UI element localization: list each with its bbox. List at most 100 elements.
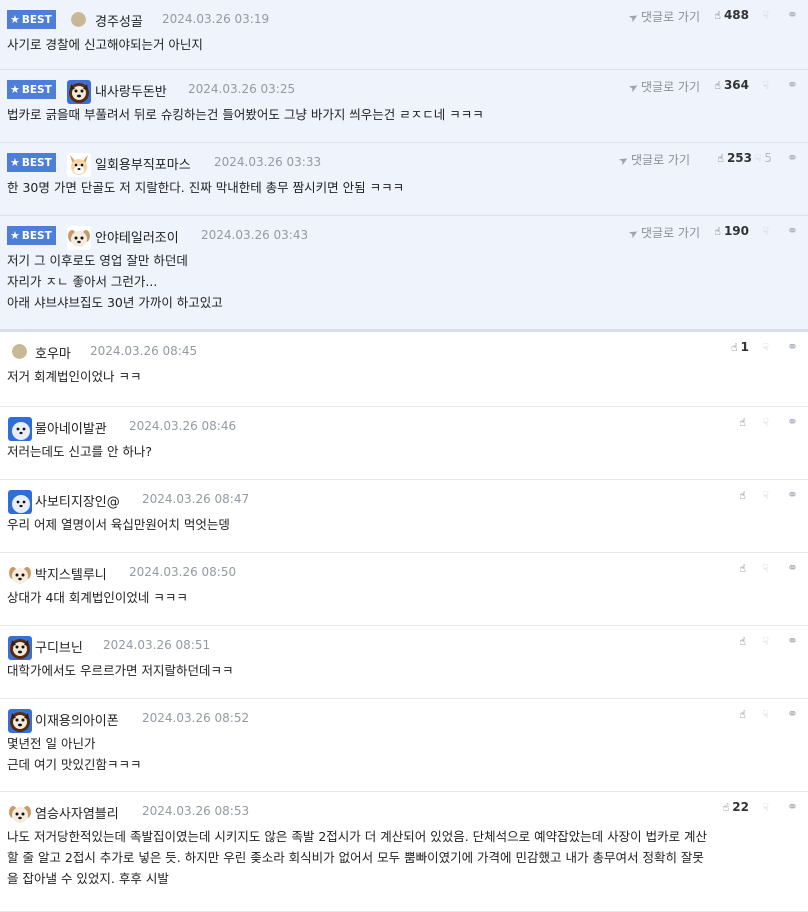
like-button[interactable]: ☝ 364 [714,78,749,92]
dislike-button[interactable]: ☟ [762,634,772,648]
comment-date: 2024.03.26 08:47 [142,492,250,506]
nickname[interactable]: 일회용부직포마스 [95,154,191,173]
send-arrow-icon: ➤ [616,152,631,169]
like-button[interactable]: ☝ 190 [714,224,749,238]
like-button[interactable]: ☝ [739,707,749,721]
thumbs-down-icon: ☟ [762,341,769,354]
comment-text-line: 저러는데도 신고를 안 하나? [7,444,153,459]
nickname[interactable]: 물아네이발관 [35,418,107,437]
comment-date: 2024.03.26 08:46 [129,419,237,433]
avatar[interactable] [8,636,32,660]
like-button[interactable]: ☝ [739,415,749,429]
comment-date: 2024.03.26 03:19 [162,12,270,26]
dislike-button[interactable]: ☟ [762,488,772,502]
best-badge: ★ BEST [7,226,56,245]
thumbs-up-icon: ☝ [739,416,746,429]
nickname[interactable]: 호우마 [35,343,71,362]
nickname[interactable]: 내사랑두돈반 [95,81,167,100]
nickname[interactable]: 사보티지장인@ [35,491,120,510]
go-to-reply-button[interactable]: ➤댓글로 가기 [626,224,700,242]
like-button[interactable]: ☝ 253 [717,151,752,165]
comment-header: 구디브닌 2024.03.26 08:51 ⚭ ☟ ☝ [0,626,808,660]
like-button[interactable]: ☝ 488 [714,8,749,22]
nickname[interactable]: 염승사자염블리 [35,803,119,822]
link-icon[interactable]: ⚭ [787,151,798,166]
thumbs-down-icon: ☟ [754,152,762,165]
thumbs-down-icon: ☟ [762,79,769,92]
comment-date: 2024.03.26 03:33 [214,155,322,169]
avatar[interactable] [67,226,91,250]
like-button[interactable]: ☝ [739,634,749,648]
star-icon: ★ [10,83,20,96]
dislike-button[interactable]: ☟ [762,707,772,721]
nickname[interactable]: 이재용의아이폰 [35,710,119,729]
go-to-reply-button[interactable]: ➤댓글로 가기 [616,151,690,169]
nickname[interactable]: 경주성골 [95,11,143,30]
nickname[interactable]: 구디브닌 [35,637,83,656]
comment-text-line: 나도 저거당한적있는데 족발집이였는데 시키지도 않은 족발 2접시가 더 계산… [7,829,708,844]
link-icon[interactable]: ⚭ [787,634,798,649]
comment: 구디브닌 2024.03.26 08:51 ⚭ ☟ ☝ 대학가에서도 우르르가면 저지랄하… [0,626,808,699]
comment-text-line: 할 줄 알고 2접시 추가로 넣은 듯. 하지만 우린 좆소라 회식비가 없어서… [7,850,704,865]
thumbs-down-icon: ☟ [762,225,769,238]
link-icon[interactable]: ⚭ [787,488,798,503]
thumbs-up-icon: ☝ [714,9,721,22]
avatar[interactable] [8,417,32,441]
like-button[interactable]: ☝ [739,561,749,575]
link-icon[interactable]: ⚭ [787,800,798,815]
like-button[interactable]: ☝ [739,488,749,502]
link-icon[interactable]: ⚭ [787,8,798,23]
comment-header: 사보티지장인@ 2024.03.26 08:47 ⚭ ☟ ☝ [0,480,808,514]
thumbs-up-icon: ☝ [739,635,746,648]
dislike-button[interactable]: ☟ 5 [755,151,772,165]
avatar[interactable] [8,709,32,733]
comment: 염승사자염블리 2024.03.26 08:53 ⚭ ☟ ☝ 22 나도 저거당한적있는데 … [0,792,808,912]
link-icon[interactable]: ⚭ [787,78,798,93]
comment-text-line: 아래 샤브샤브집도 30년 가까이 하고있고 [7,295,223,310]
link-icon[interactable]: ⚭ [787,415,798,430]
link-icon[interactable]: ⚭ [787,561,798,576]
nickname[interactable]: 박지스텔루니 [35,564,107,583]
comment-body: 몇년전 일 아닌가 근데 여기 맛있긴함ㅋㅋㅋ [0,733,808,789]
dislike-button[interactable]: ☟ [762,340,772,354]
comment-body: 한 30명 가면 단골도 저 지랄한다. 진짜 막내한테 총무 짬시키면 안됨 … [0,177,808,212]
comment-text-line: 사기로 경찰에 신고해야되는거 아닌지 [7,37,203,52]
avatar[interactable] [8,802,32,826]
avatar[interactable] [12,344,27,359]
dislike-button[interactable]: ☟ [762,800,772,814]
avatar[interactable] [67,80,91,104]
go-to-reply-button[interactable]: ➤댓글로 가기 [626,78,700,96]
send-arrow-icon: ➤ [626,225,641,242]
best-badge: ★ BEST [7,80,56,99]
go-to-reply-button[interactable]: ➤댓글로 가기 [626,8,700,26]
nickname[interactable]: 안야테일러조이 [95,227,179,246]
link-icon[interactable]: ⚭ [787,224,798,239]
thumbs-down-icon: ☟ [762,9,769,22]
thumbs-up-icon: ☝ [714,79,721,92]
comment-header: ★ BEST 안야테일러조이 2024.03.26 03:43 ⚭ ☟ ☝ 190 ➤댓글로 가… [0,216,808,250]
comment-text-line: 상대가 4대 회계법인이었네 ㅋㅋㅋ [7,590,188,605]
best-badge: ★ BEST [7,10,56,29]
star-icon: ★ [10,13,20,26]
dislike-button[interactable]: ☟ [762,224,772,238]
link-icon[interactable]: ⚭ [787,707,798,722]
avatar[interactable] [8,490,32,514]
comment-date: 2024.03.26 03:25 [188,82,296,96]
avatar[interactable] [8,563,32,587]
dislike-button[interactable]: ☟ [762,415,772,429]
comment: 사보티지장인@ 2024.03.26 08:47 ⚭ ☟ ☝ 우리 어제 열명이서 육십만… [0,480,808,553]
like-button[interactable]: ☝ 1 [731,340,749,354]
comment-header: ★ BEST 내사랑두돈반 2024.03.26 03:25 ⚭ ☟ ☝ 364 ➤댓글로 가기 [0,70,808,104]
thumbs-up-icon: ☝ [717,152,724,165]
avatar[interactable] [71,12,86,27]
like-button[interactable]: ☝ 22 [723,800,749,814]
comment-text-line: 법카로 긁을때 부풀려서 뒤로 슈킹하는건 들어봤어도 그냥 바가지 씌우는건 … [7,107,484,122]
avatar[interactable] [67,153,91,177]
link-icon[interactable]: ⚭ [787,340,798,355]
thumbs-up-icon: ☝ [739,562,746,575]
comment-text-line: 대학가에서도 우르르가면 저지랄하던데ㅋㅋ [7,663,234,678]
dislike-button[interactable]: ☟ [762,561,772,575]
dislike-button[interactable]: ☟ [762,8,772,22]
thumbs-down-icon: ☟ [762,801,769,814]
dislike-button[interactable]: ☟ [762,78,772,92]
